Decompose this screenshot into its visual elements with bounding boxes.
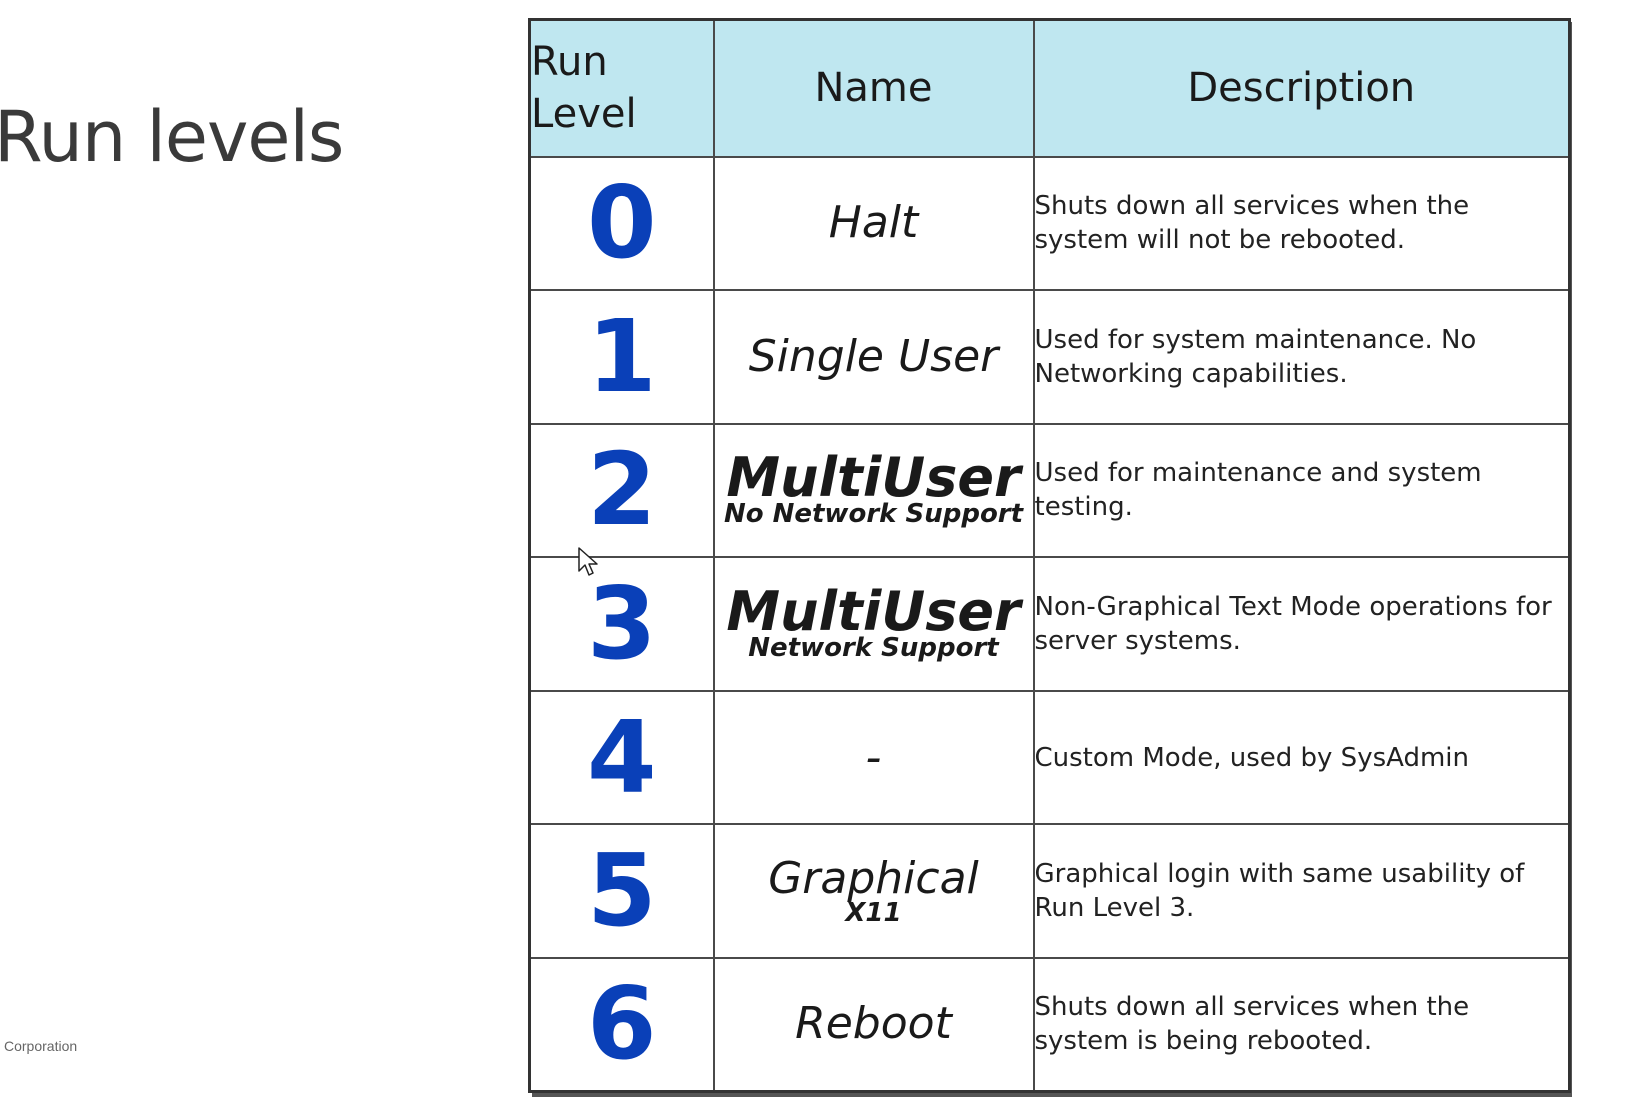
run-level-name-sub: X11: [845, 898, 902, 929]
run-level-name: MultiUser Network Support: [712, 556, 1035, 692]
run-level-name: Reboot: [712, 956, 1035, 1093]
run-level-name-main: Reboot: [795, 998, 952, 1050]
run-level-name: Single User: [712, 289, 1035, 425]
run-level-name-sub: No Network Support: [723, 499, 1024, 530]
run-level-number: 3: [528, 556, 715, 692]
run-levels-table-container: Run Level Name Description 0 Halt Shuts …: [528, 18, 1571, 1093]
table-row: 3 MultiUser Network Support Non-Graphica…: [528, 556, 1571, 692]
run-level-number: 0: [528, 155, 715, 292]
footer-company-text: Corporation: [4, 1038, 78, 1054]
run-level-name-main: MultiUser: [726, 446, 1021, 510]
header-name: Name: [712, 18, 1035, 158]
table-row: 4 - Custom Mode, used by SysAdmin: [528, 689, 1571, 826]
run-level-name-main: Halt: [828, 197, 919, 249]
run-level-number: 1: [528, 289, 715, 425]
header-run-level-line1: Run: [531, 39, 608, 86]
run-level-name: Halt: [712, 155, 1035, 292]
table-row: 5 Graphical X11 Graphical login with sam…: [528, 823, 1571, 959]
run-level-description: Graphical login with same usability of R…: [1032, 823, 1571, 959]
run-level-name-main: MultiUser: [726, 579, 1021, 643]
slide-title: Run levels: [0, 96, 344, 178]
run-level-name-main: Single User: [748, 330, 999, 382]
run-level-name: Graphical X11: [712, 823, 1035, 959]
table-header-row: Run Level Name Description: [528, 18, 1571, 158]
table-row: 1 Single User Used for system maintenanc…: [528, 289, 1571, 425]
run-level-number: 4: [528, 689, 715, 826]
run-level-description: Used for system maintenance. No Networki…: [1032, 289, 1571, 425]
header-run-level-line2: Level: [531, 91, 637, 138]
run-level-name-main: Graphical: [768, 853, 979, 905]
slide: Run levels Corporation Run Level Name De…: [0, 0, 1649, 1102]
run-level-number: 6: [528, 956, 715, 1093]
run-level-description: Shuts down all services when the system …: [1032, 956, 1571, 1093]
table-row: 6 Reboot Shuts down all services when th…: [528, 956, 1571, 1093]
run-level-description: Shuts down all services when the system …: [1032, 155, 1571, 292]
table-row: 0 Halt Shuts down all services when the …: [528, 155, 1571, 292]
header-run-level: Run Level: [528, 18, 715, 158]
table-row: 2 MultiUser No Network Support Used for …: [528, 422, 1571, 559]
run-level-description: Used for maintenance and system testing.: [1032, 422, 1571, 559]
run-level-name: MultiUser No Network Support: [712, 422, 1035, 559]
run-level-description: Custom Mode, used by SysAdmin: [1032, 689, 1571, 826]
run-level-name-sub: Network Support: [748, 632, 999, 663]
run-level-number: 2: [528, 422, 715, 559]
run-level-name: -: [712, 689, 1035, 826]
run-level-name-main: -: [865, 731, 882, 783]
mouse-pointer-icon: [578, 547, 598, 576]
run-levels-table: Run Level Name Description 0 Halt Shuts …: [528, 18, 1571, 1093]
run-level-description: Non-Graphical Text Mode operations for s…: [1032, 556, 1571, 692]
run-level-number: 5: [528, 823, 715, 959]
header-description: Description: [1032, 18, 1571, 158]
